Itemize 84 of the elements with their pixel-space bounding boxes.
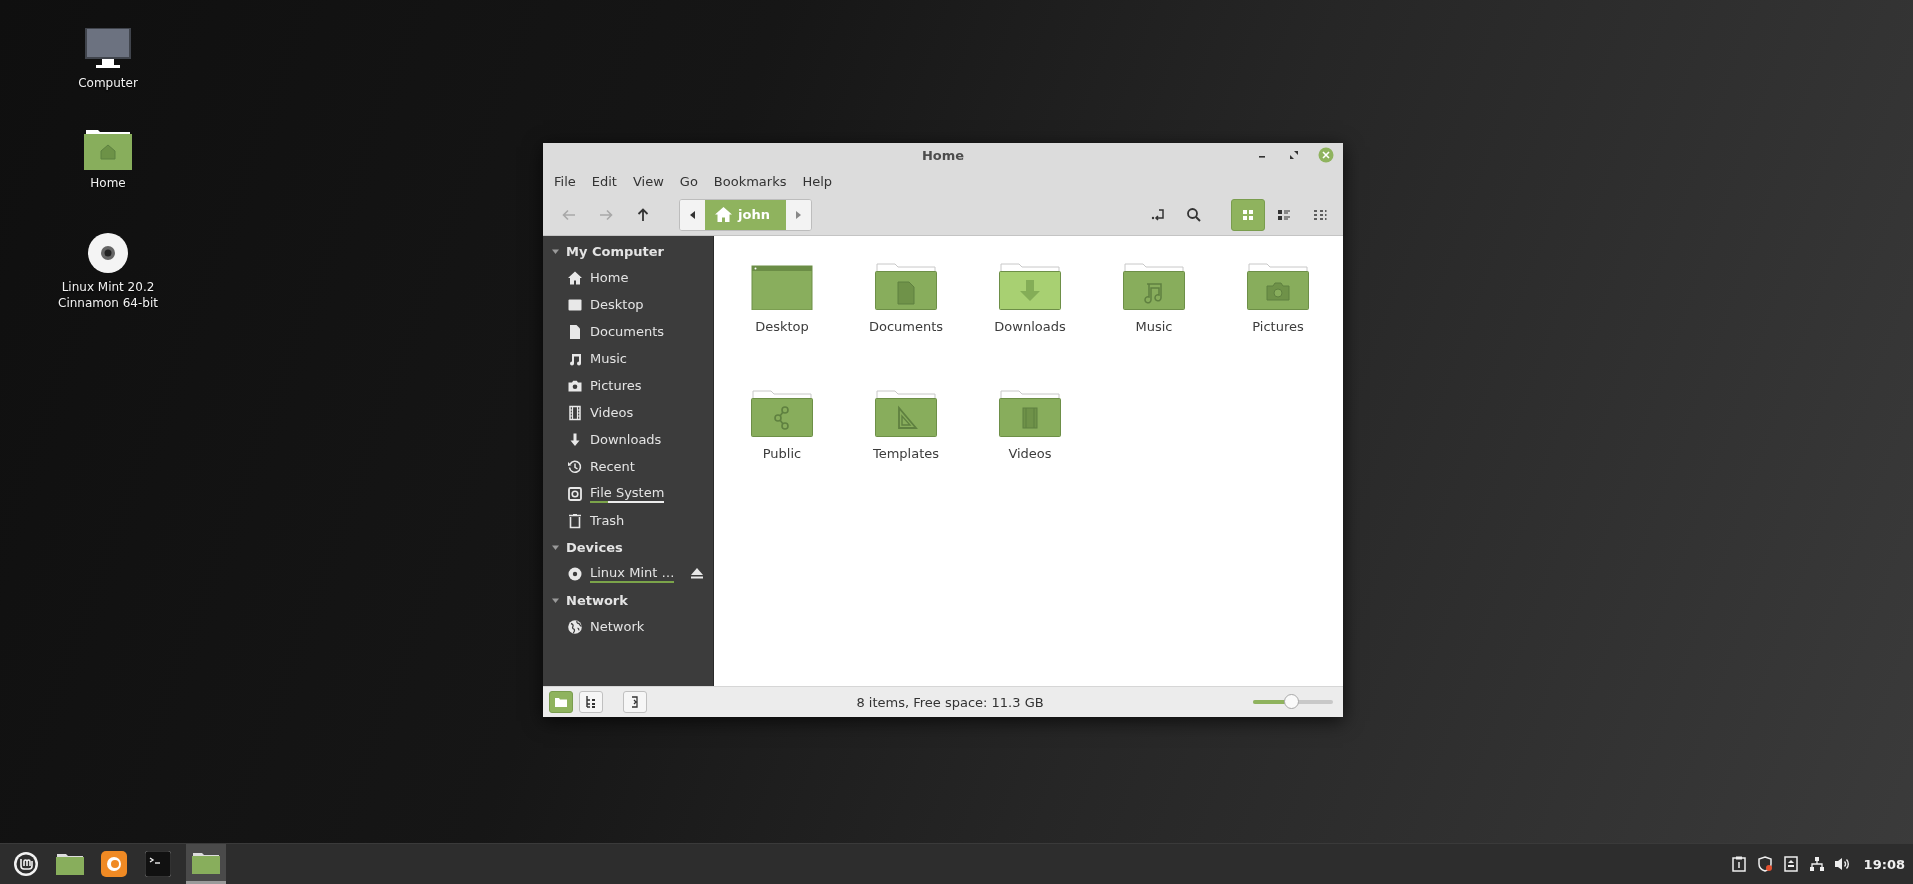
files-window-button[interactable] [186, 844, 226, 884]
sidebar-item[interactable]: Network [543, 613, 713, 640]
zoom-slider[interactable] [1253, 694, 1333, 710]
sidebar-item-label: Home [590, 270, 629, 285]
sidebar-item-label: Pictures [590, 378, 642, 393]
extra-pane-button[interactable] [623, 691, 647, 713]
home-icon [567, 269, 583, 286]
menu-item[interactable]: Help [794, 170, 841, 192]
sidebar-section-header[interactable]: Devices [566, 539, 623, 555]
folder-name[interactable]: Downloads [994, 319, 1066, 334]
browser-icon [101, 851, 127, 877]
public-folder-icon [751, 389, 813, 437]
logo-icon [13, 851, 39, 877]
search-icon [1186, 206, 1202, 223]
sidebar-item[interactable]: Trash [543, 507, 713, 534]
menu-item[interactable]: Bookmarks [705, 170, 795, 192]
folder-name[interactable]: Desktop [755, 319, 809, 334]
sidebar-item[interactable]: Recent [543, 453, 713, 480]
return-arrow-icon [1150, 206, 1166, 223]
home-folder-icon [84, 130, 132, 170]
pictures-folder-icon [1247, 262, 1309, 310]
trash-icon [567, 512, 583, 529]
sidebar-item[interactable]: Desktop [543, 291, 713, 318]
sidebar-item-label: Documents [590, 324, 665, 339]
clock[interactable]: 19:08 [1863, 856, 1905, 872]
sidebar-item-label: Downloads [590, 432, 662, 447]
sidebar-item[interactable]: Documents [543, 318, 713, 345]
home-icon [715, 207, 732, 222]
music-folder-icon [1123, 262, 1185, 310]
status-text: 8 items, Free space: 11.3 GB [855, 694, 1045, 710]
sidebar-item-label: Recent [590, 459, 635, 474]
downloads-folder-icon [999, 262, 1061, 310]
sidebar-section-header[interactable]: Network [566, 592, 628, 608]
sidebar-item-label: Trash [590, 513, 625, 528]
tree-button[interactable] [579, 691, 603, 713]
documents-folder-icon [875, 262, 937, 310]
close-icon [1318, 147, 1334, 163]
folder-name[interactable]: Public [762, 446, 802, 461]
desktop-icon-label[interactable]: Linux Mint 20.2 Cinnamon 64-bit [52, 279, 164, 311]
maximize-icon [1289, 150, 1299, 160]
disc-icon [87, 232, 129, 274]
menu-item[interactable]: Go [671, 170, 706, 192]
recent-icon [567, 458, 583, 475]
menu-item[interactable]: File [546, 170, 584, 192]
sidebar-item-label: Videos [590, 405, 634, 420]
templates-folder-icon [875, 389, 937, 437]
terminal-icon [145, 851, 171, 877]
folder-name[interactable]: Videos [1008, 446, 1052, 461]
sidebar-item-label: Music [590, 351, 627, 366]
monitor-icon [84, 28, 132, 70]
folder-name[interactable]: Templates [872, 446, 940, 461]
folder-icon [56, 853, 84, 875]
sidebar-item[interactable]: Videos [543, 399, 713, 426]
folder-name[interactable]: Pictures [1252, 319, 1304, 334]
filesystem-icon [567, 485, 583, 502]
menu-item[interactable]: View [624, 170, 672, 192]
places-button[interactable] [549, 691, 573, 713]
desktop-icon-label[interactable]: Computer [52, 75, 164, 91]
sidebar-item[interactable]: Downloads [543, 426, 713, 453]
desktop-icon-label[interactable]: Home [52, 175, 164, 191]
sidebar-item-label: Linux Mint … [590, 564, 675, 580]
videos-icon [567, 404, 583, 421]
folder-icon [192, 851, 220, 874]
right-triangle-icon [794, 209, 803, 220]
network-icon [567, 618, 583, 635]
sidebar-item[interactable]: Pictures [543, 372, 713, 399]
documents-icon [567, 323, 583, 340]
sidebar-item[interactable]: Home [543, 264, 713, 291]
disc-icon [567, 565, 583, 582]
left-triangle-icon [688, 209, 697, 220]
window-title: Home [921, 148, 965, 163]
desktop-folder-icon [751, 262, 813, 310]
sidebar-item[interactable]: Music [543, 345, 713, 372]
sidebar-item[interactable]: Linux Mint … [543, 560, 713, 587]
menu-item[interactable]: Edit [583, 170, 625, 192]
sidebar-item-label: Network [590, 619, 645, 634]
folder-name[interactable]: Music [1135, 319, 1173, 334]
sidebar-item-label: Desktop [590, 297, 644, 312]
sidebar-item-label: File System [590, 484, 665, 500]
videos-folder-icon [999, 389, 1061, 437]
eject-icon[interactable] [691, 568, 704, 579]
sidebar-item[interactable]: File System [543, 480, 713, 507]
folder-name[interactable]: Documents [868, 319, 944, 334]
sidebar-section-header[interactable]: My Computer [566, 243, 664, 259]
